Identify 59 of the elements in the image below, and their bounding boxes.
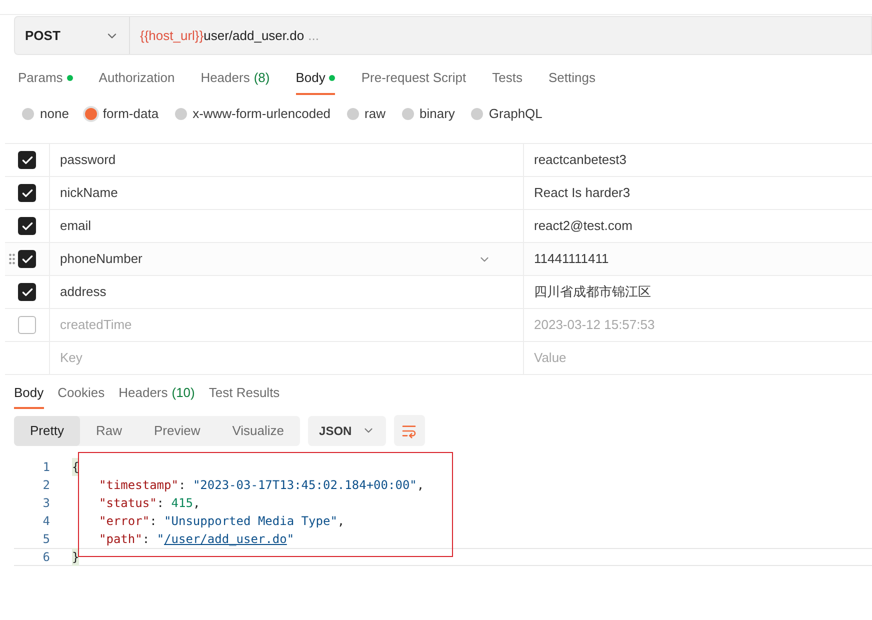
response-tab[interactable]: Test Results bbox=[208, 376, 280, 410]
code-line: "status": 415, bbox=[99, 495, 200, 512]
request-tab[interactable]: Pre-request Script bbox=[361, 55, 466, 101]
check-icon bbox=[20, 220, 34, 232]
value-cell-text: 11441111411 bbox=[534, 250, 609, 268]
check-icon bbox=[20, 154, 34, 166]
value-cell-text: react2@test.com bbox=[534, 217, 632, 236]
key-input-field[interactable]: Key bbox=[60, 348, 360, 368]
checkbox[interactable] bbox=[18, 151, 36, 169]
format-dropdown[interactable]: JSON bbox=[308, 416, 386, 446]
checkbox[interactable] bbox=[18, 250, 36, 268]
code-line: "timestamp": "2023-03-17T13:45:02.184+00:00", bbox=[99, 477, 424, 494]
view-mode-button[interactable]: Pretty bbox=[14, 416, 80, 446]
line-number: 1 bbox=[42, 459, 50, 476]
request-tab[interactable]: Body bbox=[296, 55, 336, 101]
value-cell-text: 四川省成都市锦江区 bbox=[534, 283, 651, 302]
body-type-radio[interactable]: GraphQL bbox=[470, 104, 542, 124]
view-mode-button[interactable]: Preview bbox=[138, 416, 216, 446]
check-icon bbox=[20, 252, 34, 266]
key-cell-text: nickName bbox=[60, 184, 118, 202]
body-type-radio[interactable]: binary bbox=[402, 104, 455, 124]
request-tab[interactable]: Settings bbox=[548, 55, 596, 101]
response-tab[interactable]: Cookies bbox=[58, 376, 105, 410]
line-number: 5 bbox=[42, 531, 50, 548]
request-tab[interactable]: Params bbox=[18, 55, 73, 101]
wrap-icon bbox=[401, 422, 418, 438]
response-tab[interactable]: Headers (10) bbox=[118, 376, 195, 410]
value-cell-text: reactcanbetest3 bbox=[534, 151, 627, 170]
value-cell-text: 2023-03-12 15:57:53 bbox=[534, 316, 655, 334]
request-tab[interactable]: Tests bbox=[492, 55, 522, 101]
check-icon bbox=[20, 186, 34, 200]
line-number: 2 bbox=[42, 477, 50, 494]
checkbox[interactable] bbox=[18, 283, 36, 301]
line-number: 6 bbox=[42, 549, 50, 566]
value-cell-text: React Is harder3 bbox=[534, 184, 630, 202]
key-cell-text: phoneNumber bbox=[60, 250, 142, 268]
request-tab[interactable]: Authorization bbox=[98, 55, 175, 101]
request-tab[interactable]: Headers (8) bbox=[200, 55, 270, 101]
wrap-lines-button[interactable] bbox=[394, 415, 425, 446]
code-line: "error": "Unsupported Media Type", bbox=[99, 513, 345, 530]
check-icon bbox=[20, 286, 34, 298]
body-type-radio[interactable]: raw bbox=[346, 104, 386, 124]
key-cell-text: password bbox=[60, 151, 116, 170]
body-type-radio[interactable]: x-www-form-urlencoded bbox=[174, 104, 331, 124]
line-number: 4 bbox=[42, 513, 50, 530]
body-type-radio[interactable]: none bbox=[22, 104, 69, 124]
key-cell-text: address bbox=[60, 283, 106, 302]
view-mode-button[interactable]: Raw bbox=[80, 416, 138, 446]
checkbox[interactable] bbox=[18, 316, 36, 334]
checkbox[interactable] bbox=[18, 184, 36, 202]
key-cell-text: email bbox=[60, 217, 92, 236]
key-cell-text: createdTime bbox=[60, 316, 132, 334]
view-mode-button[interactable]: Visualize bbox=[216, 416, 300, 446]
checkbox[interactable] bbox=[18, 217, 36, 235]
response-tab[interactable]: Body bbox=[14, 376, 44, 410]
line-number: 3 bbox=[42, 495, 50, 512]
code-line: "path": "/user/add_user.do" bbox=[99, 531, 294, 548]
value-input-field[interactable]: Value bbox=[534, 348, 834, 368]
body-type-radio[interactable]: form-data bbox=[84, 104, 159, 124]
